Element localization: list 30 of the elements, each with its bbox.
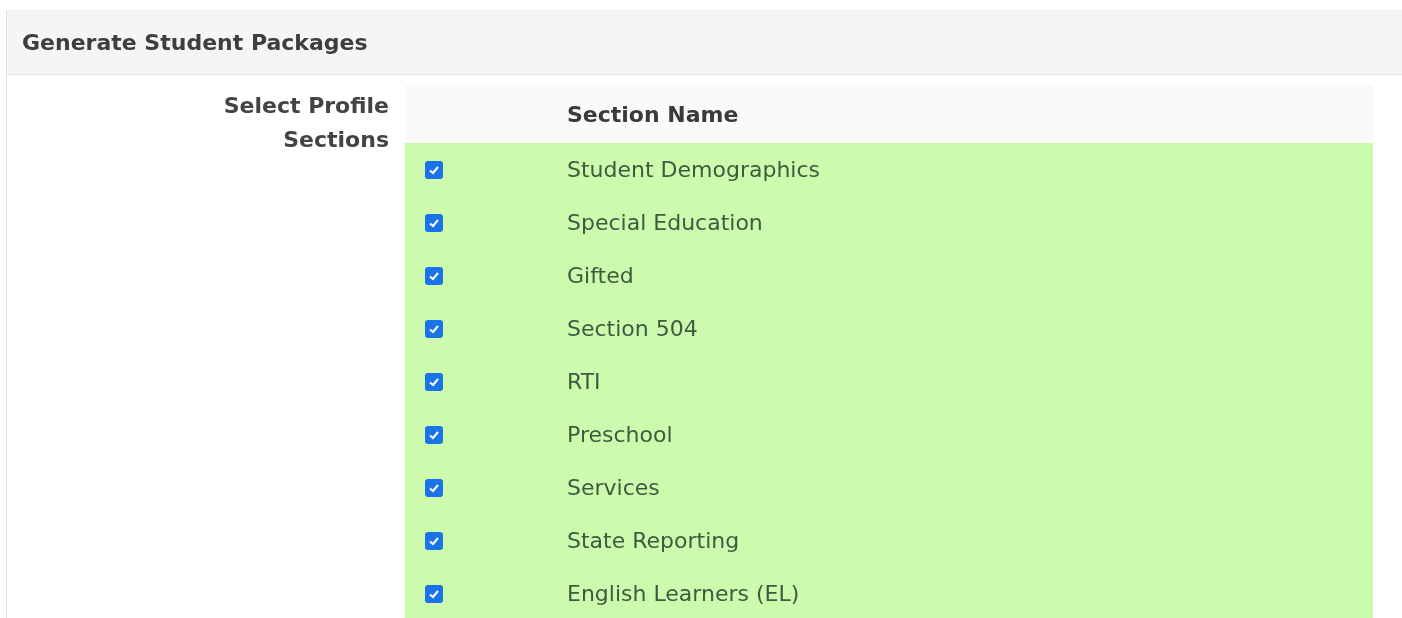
table-row[interactable]: Preschool	[405, 408, 1373, 461]
section-name: Student Demographics	[567, 157, 821, 182]
section-name: Section 504	[567, 316, 698, 341]
table-row[interactable]: Student Demographics	[405, 143, 1373, 196]
checkbox[interactable]	[425, 213, 443, 232]
section-name: English Learners (EL)	[567, 581, 800, 606]
checkbox[interactable]	[425, 266, 443, 285]
checkbox[interactable]	[425, 372, 443, 391]
section-name: RTI	[567, 369, 601, 394]
panel-title: Generate Student Packages	[22, 29, 368, 55]
checkbox[interactable]	[425, 584, 443, 603]
field-label: Select Profile Sections	[222, 92, 389, 154]
checkbox[interactable]	[425, 425, 443, 444]
table-row[interactable]: Section 504	[405, 302, 1373, 355]
checkbox[interactable]	[425, 160, 443, 179]
checkbox[interactable]	[425, 319, 443, 338]
table-row[interactable]: State Reporting	[405, 514, 1373, 567]
section-name: Preschool	[567, 422, 673, 447]
table-row[interactable]: RTI	[405, 355, 1373, 408]
table-row[interactable]: Special Education	[405, 196, 1373, 249]
table-row[interactable]: English Learners (EL)	[405, 567, 1373, 618]
section-name: Services	[567, 475, 660, 500]
section-name: State Reporting	[567, 528, 740, 553]
section-name: Gifted	[567, 263, 634, 288]
column-header: Section Name	[567, 101, 739, 127]
table-row[interactable]: Gifted	[405, 249, 1373, 302]
section-name: Special Education	[567, 210, 763, 235]
checkbox[interactable]	[425, 478, 443, 497]
table-row[interactable]: Services	[405, 461, 1373, 514]
checkbox[interactable]	[425, 531, 443, 550]
